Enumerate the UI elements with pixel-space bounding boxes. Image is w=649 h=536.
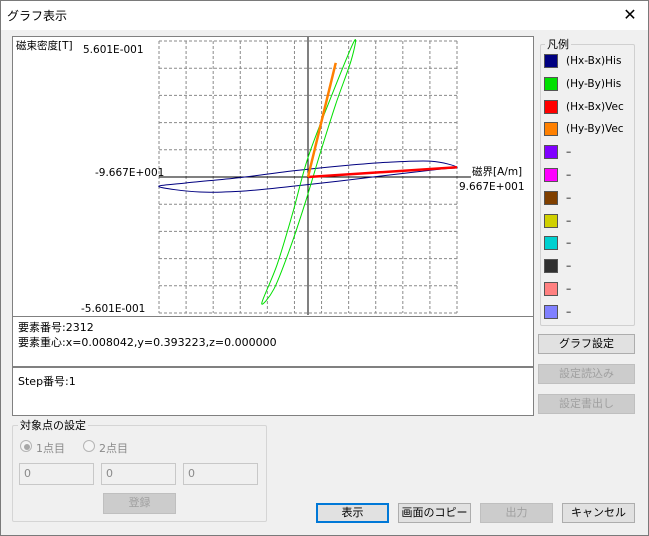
radio-circle — [20, 440, 32, 452]
step-number: Step番号:1 — [18, 375, 76, 388]
register-button[interactable]: 登録 — [103, 493, 176, 514]
legend-item: – — [544, 190, 634, 207]
x-max-tick-label: 9.667E+001 — [459, 181, 525, 193]
bh-chart: 磁束密度[T] 5.601E-001 -5.601E-001 -9.667E+0… — [16, 37, 525, 315]
x-min-tick-label: -9.667E+001 — [95, 167, 164, 179]
radio-point-2-label: 2点目 — [99, 442, 128, 455]
legend-item: – — [544, 168, 634, 184]
legend-swatch — [544, 168, 558, 182]
legend-swatch — [544, 99, 558, 114]
step-info-panel: Step番号:1 — [12, 367, 534, 416]
plot-panel: 磁束密度[T] 5.601E-001 -5.601E-001 -9.667E+0… — [12, 36, 534, 317]
element-centroid: 要素重心:x=0.008042,y=0.393223,z=0.000000 — [18, 336, 277, 349]
series-3-vector — [306, 62, 337, 178]
legend-swatch — [544, 54, 558, 68]
x-axis-label: 磁界[A/m] — [472, 165, 522, 178]
legend-item: – — [544, 236, 634, 252]
legend-label: – — [566, 214, 572, 227]
legend-swatch — [544, 190, 558, 205]
legend-item: (Hy-By)Vec — [544, 122, 634, 138]
legend-swatch — [544, 282, 558, 296]
legend-title: 凡例 — [545, 36, 571, 52]
legend-label: – — [566, 260, 572, 273]
legend-item: (Hx-Bx)His — [544, 54, 634, 70]
legend-item: – — [544, 304, 634, 321]
load-settings-button[interactable]: 設定読込み — [538, 364, 635, 384]
y-max-tick-label: 5.601E-001 — [83, 44, 144, 56]
radio-circle — [83, 440, 95, 452]
legend-label: – — [566, 237, 572, 250]
legend-swatch — [544, 76, 558, 91]
radio-dot — [24, 444, 30, 450]
legend-item: – — [544, 213, 634, 230]
title-bar: グラフ表示 ✕ — [1, 1, 648, 30]
y-min-tick-label: -5.601E-001 — [81, 303, 145, 315]
legend-item: (Hy-By)His — [544, 76, 634, 93]
legend-swatch — [544, 213, 558, 228]
save-settings-button[interactable]: 設定書出し — [538, 394, 635, 414]
radio-point-1-label: 1点目 — [36, 442, 65, 455]
target-field-3[interactable]: 0 — [183, 463, 258, 485]
cancel-button[interactable]: キャンセル — [562, 503, 635, 523]
legend-swatch — [544, 259, 558, 274]
close-icon[interactable]: ✕ — [618, 4, 642, 26]
legend-label: – — [566, 191, 572, 204]
target-point-group-title: 対象点の設定 — [18, 417, 88, 433]
legend-item: (Hx-Bx)Vec — [544, 99, 634, 116]
legend-label: (Hy-By)Vec — [566, 123, 624, 136]
legend-label: – — [566, 146, 572, 159]
legend-label: (Hx-Bx)Vec — [566, 100, 624, 113]
legend-label: (Hx-Bx)His — [566, 55, 622, 67]
display-button[interactable]: 表示 — [316, 503, 389, 523]
legend-item: – — [544, 145, 634, 161]
output-button[interactable]: 出力 — [480, 503, 553, 523]
legend-label: – — [566, 283, 572, 295]
legend-label: – — [566, 169, 572, 181]
legend-item: – — [544, 282, 634, 298]
legend-swatch — [544, 145, 558, 160]
target-field-2[interactable]: 0 — [101, 463, 176, 485]
legend-swatch — [544, 236, 558, 251]
target-field-1[interactable]: 0 — [19, 463, 94, 485]
copy-screen-button[interactable]: 画面のコピー — [398, 503, 471, 523]
legend-item: – — [544, 259, 634, 275]
graph-settings-button[interactable]: グラフ設定 — [538, 334, 635, 354]
legend-label: (Hy-By)His — [566, 77, 622, 90]
legend-swatch — [544, 304, 558, 319]
legend-swatch — [544, 122, 558, 137]
y-axis-label: 磁束密度[T] — [16, 39, 73, 52]
element-info-panel: 要素番号:2312 要素重心:x=0.008042,y=0.393223,z=0… — [12, 317, 534, 367]
window-title: グラフ表示 — [7, 9, 68, 23]
element-number: 要素番号:2312 — [18, 321, 94, 334]
legend-label: – — [566, 305, 572, 318]
